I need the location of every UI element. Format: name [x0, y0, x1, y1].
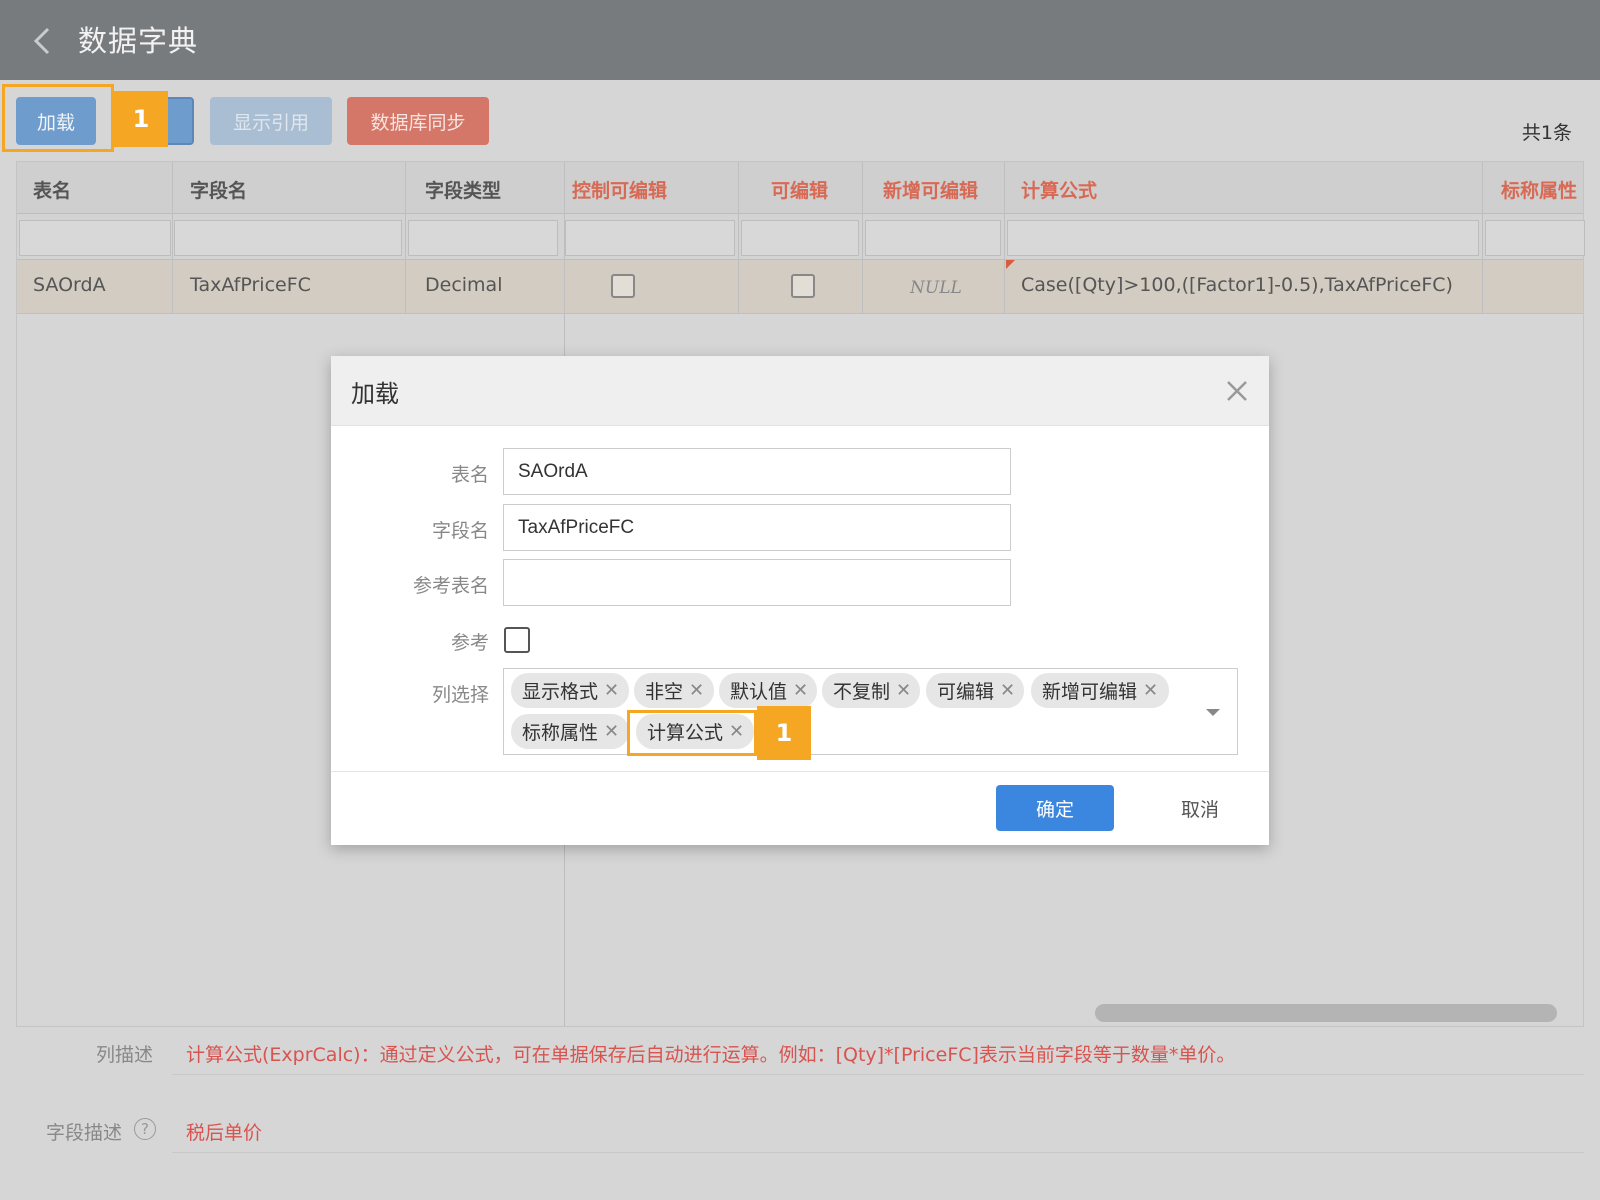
horizontal-scrollbar[interactable] [1095, 1004, 1557, 1022]
dialog-footer-divider [331, 771, 1269, 772]
tag-default-value[interactable]: 默认值 ✕ [719, 673, 817, 708]
page-title: 数据字典 [78, 24, 199, 58]
tag-remove-icon[interactable]: ✕ [1000, 680, 1015, 701]
help-icon[interactable]: ? [134, 1118, 156, 1140]
step-badge-toolbar: 1 [114, 91, 168, 147]
column-description-text: 计算公式(ExprCalc)：通过定义公式，可在单据保存后自动进行运算。例如：[… [186, 1044, 1236, 1066]
filter-field-name[interactable] [174, 220, 402, 256]
tag-nominal-attr[interactable]: 标称属性 ✕ [511, 714, 629, 749]
cell-field-name: TaxAfPriceFC [190, 274, 311, 296]
chevron-down-icon[interactable] [1206, 709, 1220, 716]
divider [172, 1152, 1584, 1153]
column-header-formula[interactable]: 计算公式 [1021, 176, 1097, 203]
field-name-field[interactable]: TaxAfPriceFC [503, 504, 1011, 551]
column-select-label: 列选择 [431, 684, 489, 706]
column-divider [564, 162, 565, 314]
cell-field-type: Decimal [425, 274, 503, 296]
cell-new-editable: NULL [910, 278, 962, 298]
column-header-editable[interactable]: 可编辑 [771, 176, 828, 203]
tag-remove-icon[interactable]: ✕ [689, 680, 704, 701]
load-button-highlight [2, 84, 114, 152]
load-dialog: 加载 表名 SAOrdA 字段名 TaxAfPriceFC 参考表名 参考 列选… [331, 356, 1269, 845]
table-name-field[interactable]: SAOrdA [503, 448, 1011, 495]
column-header-new-editable[interactable]: 新增可编辑 [883, 176, 978, 203]
column-header-control-editable[interactable]: 控制可编辑 [572, 176, 667, 203]
filter-editable[interactable] [741, 220, 859, 256]
column-description-label: 列描述 [96, 1044, 154, 1066]
column-header-nominal-attr[interactable]: 标称属性 [1501, 176, 1577, 203]
column-header-field-type[interactable]: 字段类型 [425, 176, 501, 203]
column-header-field-name[interactable]: 字段名 [190, 176, 247, 203]
filter-control-editable[interactable] [565, 220, 735, 256]
column-header-table-name[interactable]: 表名 [33, 176, 71, 203]
reference-label: 参考 [450, 632, 489, 654]
step-badge-tag: 1 [757, 706, 811, 760]
field-description-label: 字段描述 [46, 1122, 123, 1144]
column-divider [1004, 162, 1005, 314]
column-divider [1482, 162, 1483, 314]
cell-edited-marker [1006, 260, 1015, 269]
grid-header-row: 表名 字段名 字段类型 控制可编辑 可编辑 新增可编辑 计算公式 标称属性 [17, 162, 1583, 214]
tag-remove-icon[interactable]: ✕ [793, 680, 808, 701]
show-references-button[interactable]: 显示引用 [210, 97, 332, 145]
grid-filter-row [17, 214, 1585, 260]
formula-tag-highlight [627, 710, 757, 756]
top-bar: 数据字典 [0, 0, 1600, 80]
tag-editable[interactable]: 可编辑 ✕ [926, 673, 1024, 708]
column-divider [862, 162, 863, 314]
column-divider [172, 162, 173, 314]
total-count: 共1条 [1521, 122, 1572, 144]
field-name-label: 字段名 [431, 520, 489, 542]
database-sync-button[interactable]: 数据库同步 [347, 97, 489, 145]
control-editable-checkbox[interactable] [611, 274, 635, 298]
column-multiselect[interactable]: 显示格式 ✕ 非空 ✕ 默认值 ✕ 不复制 ✕ 可编辑 ✕ 新增可编辑 ✕ 标称属性 ✕ 计算… [503, 668, 1238, 755]
column-divider [738, 162, 739, 314]
divider [172, 1074, 1584, 1075]
tag-remove-icon[interactable]: ✕ [896, 680, 911, 701]
tag-not-null[interactable]: 非空 ✕ [634, 673, 714, 708]
tag-no-copy[interactable]: 不复制 ✕ [822, 673, 920, 708]
cell-table-name: SAOrdA [33, 274, 106, 296]
filter-table-name[interactable] [19, 220, 171, 256]
reference-table-label: 参考表名 [412, 575, 489, 597]
editable-checkbox[interactable] [791, 274, 815, 298]
tag-remove-icon[interactable]: ✕ [1143, 680, 1158, 701]
column-divider [405, 162, 406, 314]
tag-new-editable[interactable]: 新增可编辑 ✕ [1031, 673, 1169, 708]
close-icon[interactable] [1224, 378, 1250, 404]
table-name-label: 表名 [450, 464, 489, 486]
tag-display-format[interactable]: 显示格式 ✕ [511, 673, 629, 708]
filter-nominal-attr[interactable] [1485, 220, 1585, 256]
reference-checkbox[interactable] [504, 627, 530, 653]
tag-remove-icon[interactable]: ✕ [604, 721, 619, 742]
filter-formula[interactable] [1007, 220, 1479, 256]
cancel-button[interactable]: 取消 [1141, 785, 1259, 831]
reference-table-field[interactable] [503, 559, 1011, 606]
filter-field-type[interactable] [408, 220, 558, 256]
back-arrow-icon[interactable] [30, 26, 56, 56]
tag-remove-icon[interactable]: ✕ [604, 680, 619, 701]
dialog-header: 加载 [331, 356, 1269, 426]
filter-new-editable[interactable] [865, 220, 1001, 256]
cell-formula[interactable]: Case([Qty]>100,([Factor1]-0.5),TaxAfPric… [1021, 274, 1453, 296]
dialog-title: 加载 [351, 380, 399, 408]
ok-button[interactable]: 确定 [996, 785, 1114, 831]
field-description-text: 税后单价 [186, 1122, 263, 1144]
